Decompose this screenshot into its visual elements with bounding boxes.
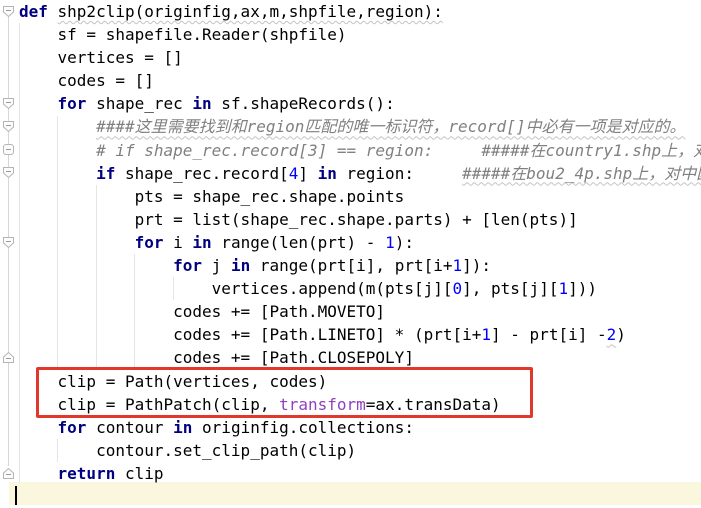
code-line[interactable]: pts = shape_rec.shape.points [0,185,701,208]
code-token: 4 [289,164,299,183]
code-line[interactable]: for contour in originfig.collections: [0,416,701,439]
code-token: for [58,418,87,437]
code-token [19,256,173,275]
code-token: if [96,164,115,183]
code-token: ) [616,325,626,344]
code-token: 2 [607,325,617,344]
code-line[interactable]: for shape_rec in sf.shapeRecords(): [0,92,701,115]
code-token: sf.shapeRecords(): [212,94,395,113]
code-token: transform [279,395,366,414]
code-line[interactable]: codes += [Path.LINETO] * (prt[i+1] - prt… [0,323,701,346]
code-token: prt = list(shape_rec.shape.parts) + [len… [19,210,578,229]
fold-marker-icon[interactable] [2,467,15,480]
code-token: range(prt[i], prt[i+ [250,256,452,275]
code-token: in [318,164,337,183]
code-token: return [58,464,116,483]
code-line[interactable]: clip = Path(vertices, codes) [0,370,701,393]
code-token: j [202,256,231,275]
code-token: 1 [453,256,463,275]
code-token: 0 [452,279,462,298]
code-token: vertices.append(m(pts[j][ [19,279,452,298]
code-token: ], pts[j][ [462,279,558,298]
code-token: for [135,233,164,252]
code-line[interactable]: clip = PathPatch(clip, transform=ax.tran… [0,393,701,416]
code-token: pts = shape_rec.shape.points [19,187,404,206]
code-token [19,164,96,183]
code-token [19,117,96,136]
code-token: # if shape_rec.record[3] == region: ####… [96,141,701,160]
code-token: =ax.transData) [366,395,501,414]
code-line[interactable]: sf = shapefile.Reader(shpfile) [0,23,701,46]
code-line[interactable]: codes = [] [0,69,701,92]
code-line[interactable] [0,485,701,508]
code-token: originfig.collections: [192,418,414,437]
code-token: clip [115,464,163,483]
code-line[interactable]: return clip [0,462,701,485]
code-token: in [173,418,192,437]
code-token: for [58,94,87,113]
code-token: in [192,94,211,113]
code-token: shape_rec [86,94,192,113]
code-token: #####在bou2_4p.shp上，对中国 [462,164,701,183]
code-token: ]): [462,256,491,275]
code-token: codes = [] [19,71,154,90]
code-token: i [164,233,193,252]
code-token: sf = shapefile.Reader(shpfile) [19,25,347,44]
code-line[interactable]: vertices.append(m(pts[j][0], pts[j][1])) [0,277,701,300]
code-token: contour [86,418,173,437]
code-token: codes += [Path.MOVETO] [19,302,385,321]
code-token: 1 [481,325,491,344]
fold-marker-icon[interactable] [2,351,15,364]
code-token: def [19,2,58,21]
code-token: in [231,256,250,275]
fold-marker-icon[interactable] [2,166,15,179]
code-token: ] - prt[i] - [491,325,607,344]
code-token: ])) [568,279,597,298]
code-line[interactable]: for j in range(prt[i], prt[i+1]): [0,254,701,277]
code-token: in [192,233,211,252]
fold-marker-icon[interactable] [2,236,15,249]
code-token: 1 [385,233,395,252]
code-token: ): [395,233,414,252]
code-token [19,464,58,483]
code-token [19,141,96,160]
fold-marker-icon[interactable] [2,143,15,156]
code-line[interactable]: contour.set_clip_path(clip) [0,439,701,462]
code-token: vertices = [] [19,48,183,67]
code-line[interactable]: if shape_rec.record[4] in region: #####在… [0,162,701,185]
code-token: shape_rec.record[ [115,164,288,183]
text-caret [15,486,17,506]
code-token: ] [298,164,317,183]
code-token [19,233,135,252]
code-token: clip = PathPatch(clip, [19,395,279,414]
code-area[interactable]: def shp2clip(originfig,ax,m,shpfile,regi… [0,0,701,508]
code-editor: def shp2clip(originfig,ax,m,shpfile,regi… [0,0,701,508]
code-token: shp2clip(originfig,ax,m,shpfile,region): [58,2,443,21]
fold-marker-icon[interactable] [2,120,15,133]
code-line[interactable]: codes += [Path.CLOSEPOLY] [0,346,701,369]
code-token: 1 [558,279,568,298]
code-token: clip = Path(vertices, codes) [19,372,327,391]
fold-marker-icon[interactable] [2,5,15,18]
code-line[interactable]: for i in range(len(prt) - 1): [0,231,701,254]
code-token: range(len(prt) - [212,233,385,252]
code-line[interactable]: vertices = [] [0,46,701,69]
code-token [19,418,58,437]
code-line[interactable]: codes += [Path.MOVETO] [0,300,701,323]
fold-marker-icon[interactable] [2,97,15,110]
code-token: codes += [Path.LINETO] * (prt[i+ [19,325,481,344]
code-line[interactable]: def shp2clip(originfig,ax,m,shpfile,regi… [0,0,701,23]
code-token [19,94,58,113]
code-line[interactable]: # if shape_rec.record[3] == region: ####… [0,139,701,162]
code-line[interactable]: prt = list(shape_rec.shape.parts) + [len… [0,208,701,231]
code-token: ####这里需要找到和region匹配的唯一标识符，record[]中必有一项是… [96,117,685,136]
code-line[interactable]: ####这里需要找到和region匹配的唯一标识符，record[]中必有一项是… [0,115,701,138]
code-token: region: [337,164,462,183]
code-token: for [173,256,202,275]
code-token: contour.set_clip_path(clip) [19,441,356,460]
code-token: codes += [Path.CLOSEPOLY] [19,348,414,367]
